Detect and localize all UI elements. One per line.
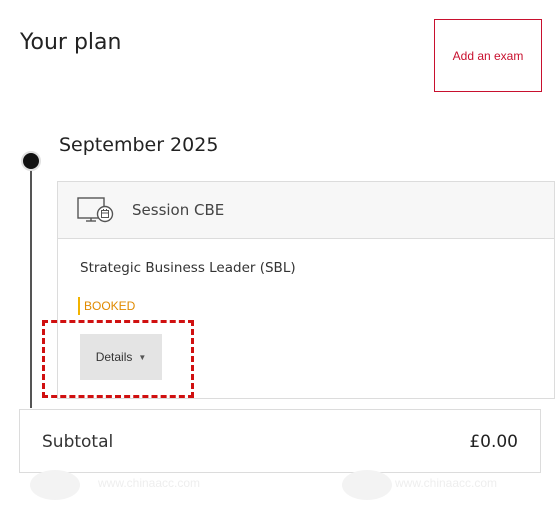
status-badge: BOOKED [78, 297, 135, 315]
watermark-logo [342, 470, 392, 500]
subtotal-value: £0.00 [469, 432, 518, 452]
session-label: Session CBE [132, 201, 225, 219]
watermark-text: www.chinaacc.com [395, 476, 498, 490]
highlight-annotation [42, 320, 194, 398]
subtotal-label: Subtotal [42, 432, 114, 452]
computer-exam-icon [77, 197, 114, 223]
session-header: Session CBE [58, 182, 554, 239]
timeline-dot [21, 151, 41, 171]
month-heading: September 2025 [59, 134, 219, 156]
watermark-logo [30, 470, 80, 500]
subtotal-row: Subtotal £0.00 [19, 409, 541, 473]
watermark-text: www.chinaacc.com [98, 476, 201, 490]
add-exam-button[interactable]: Add an exam [434, 19, 542, 92]
page-title: Your plan [20, 30, 122, 55]
exam-name: Strategic Business Leader (SBL) [80, 260, 296, 276]
timeline-line [30, 160, 32, 408]
